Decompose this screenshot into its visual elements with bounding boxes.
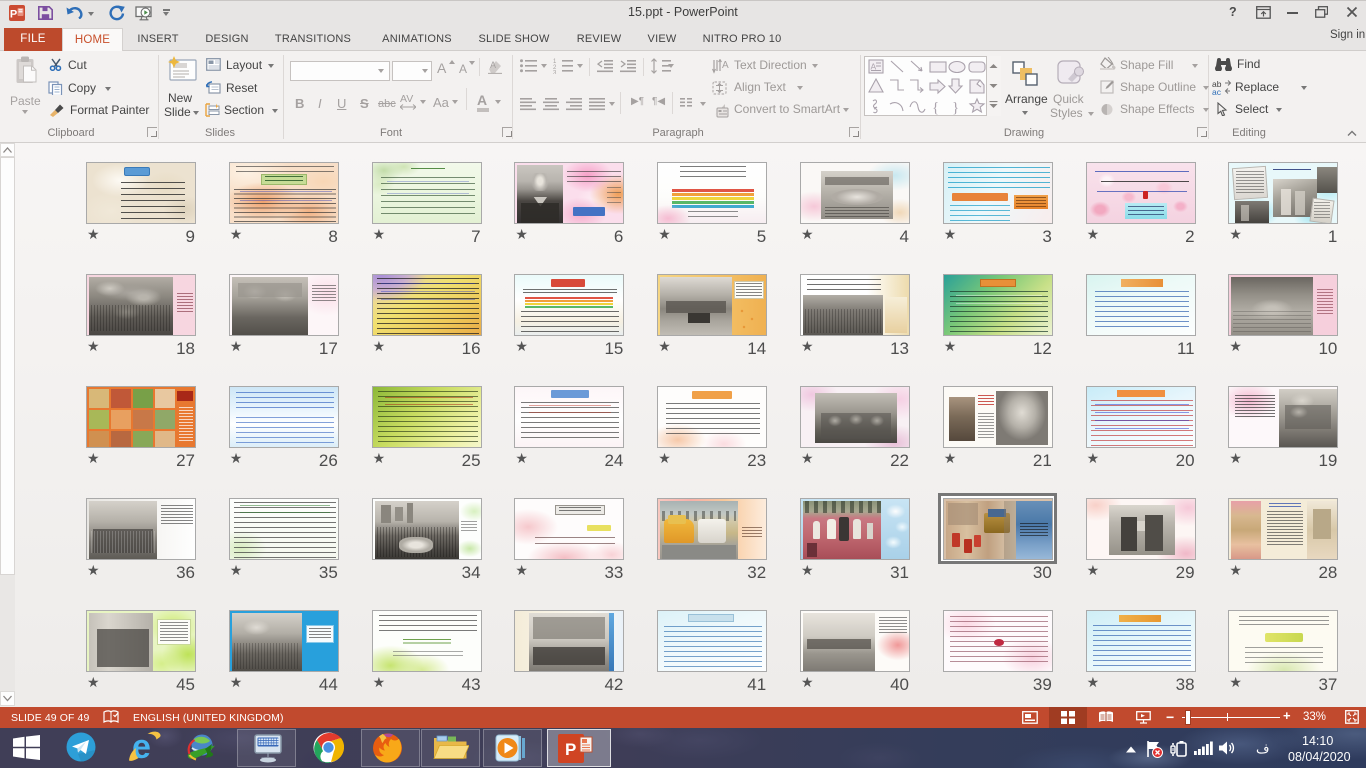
svg-text:}: } (952, 100, 959, 115)
svg-text:A: A (871, 62, 877, 72)
svg-text:A: A (722, 60, 729, 71)
svg-text:ac: ac (1212, 87, 1222, 95)
svg-text:P: P (10, 9, 17, 21)
svg-text:A: A (490, 60, 496, 70)
svg-text:P: P (565, 740, 576, 759)
svg-text:{: { (932, 100, 939, 115)
svg-text:3: 3 (553, 71, 557, 75)
